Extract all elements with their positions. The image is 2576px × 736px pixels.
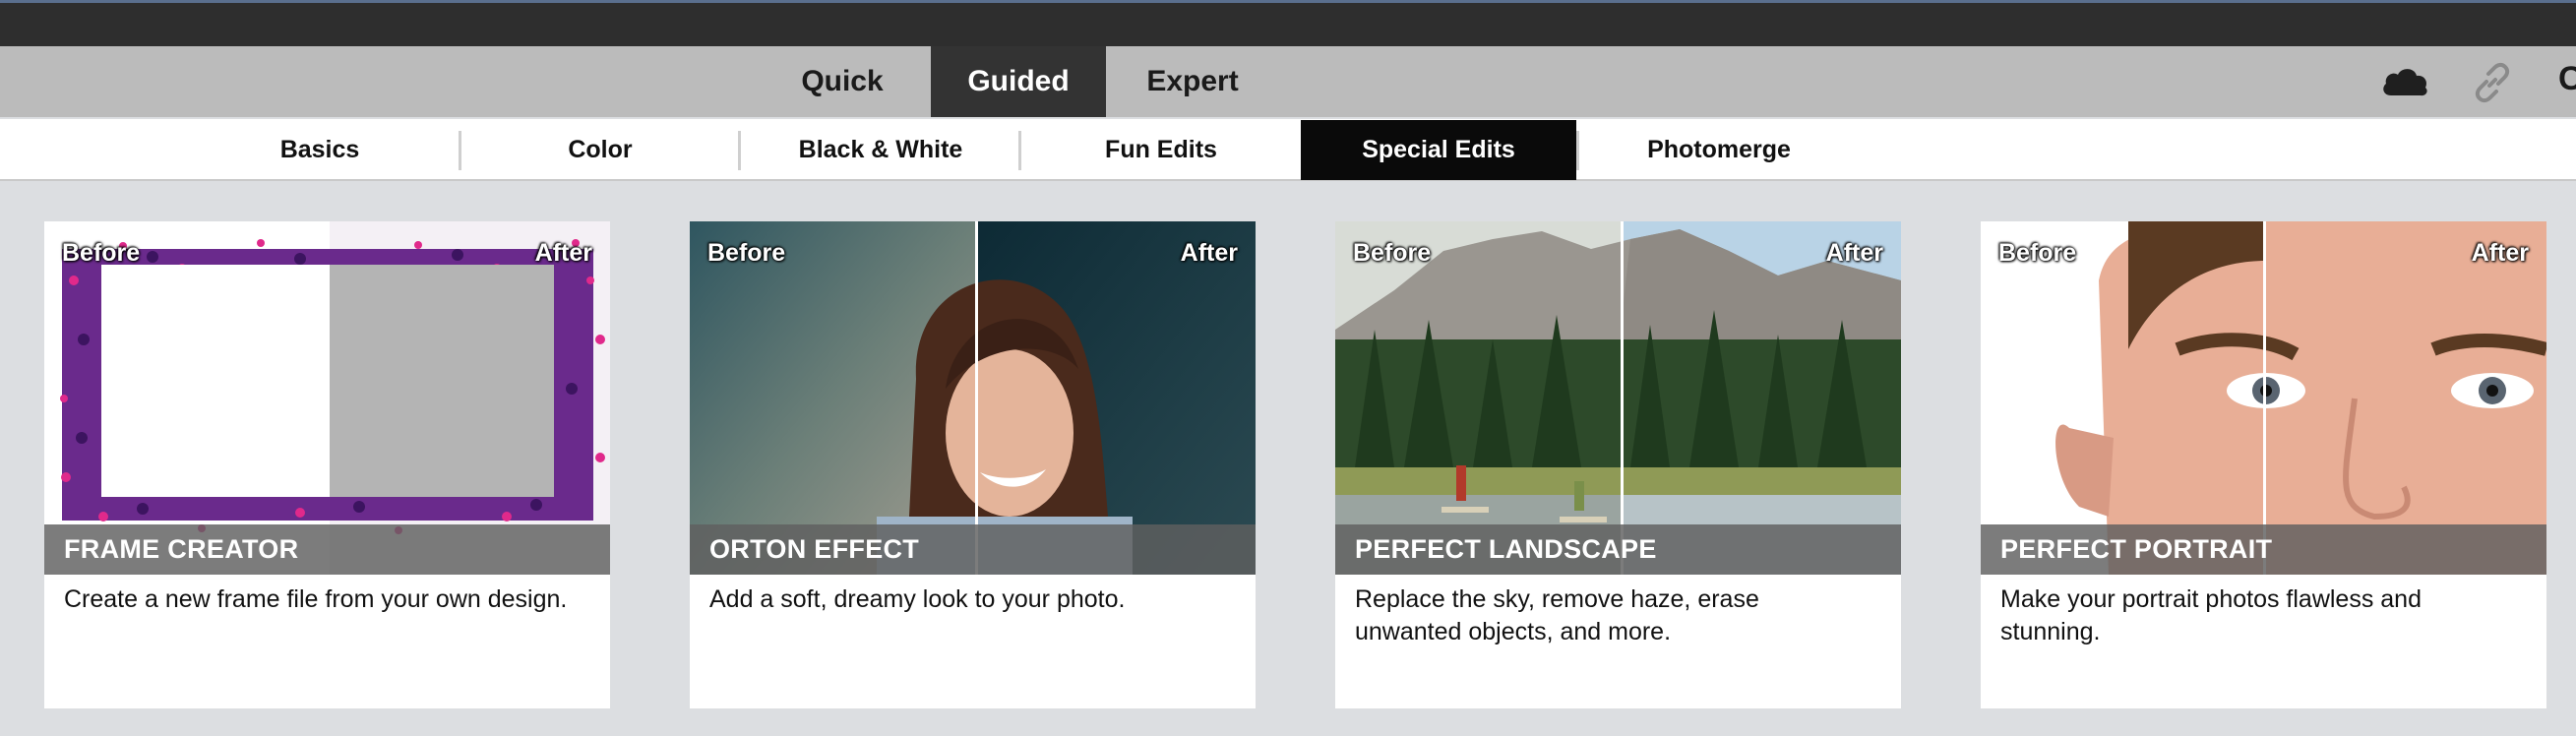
tab-color[interactable]: Color xyxy=(462,120,738,180)
guided-edit-card-orton-effect[interactable]: Before After ORTON EFFECT Add a soft, dr… xyxy=(690,221,1256,708)
after-label: After xyxy=(534,239,592,267)
card-title: FRAME CREATOR xyxy=(44,524,610,575)
tab-divider xyxy=(738,131,741,170)
card-thumbnail: Before After PERFECT LANDSCAPE xyxy=(1335,221,1901,575)
tab-quick[interactable]: Quick xyxy=(767,46,917,117)
card-description: Make your portrait photos flawless and s… xyxy=(2000,585,2422,645)
cloud-icon[interactable] xyxy=(2379,62,2430,101)
tab-special-edits[interactable]: Special Edits xyxy=(1301,120,1576,180)
before-label: Before xyxy=(1998,239,2077,267)
portrait-preview-image xyxy=(690,221,1256,575)
landscape-preview-image xyxy=(1335,221,1901,575)
card-title: PERFECT LANDSCAPE xyxy=(1335,524,1901,575)
guided-edit-card-perfect-landscape[interactable]: Before After PERFECT LANDSCAPE Replace t… xyxy=(1335,221,1901,708)
guided-edit-card-frame-creator[interactable]: Before After FRAME CREATOR Create a new … xyxy=(44,221,610,708)
tab-photomerge[interactable]: Photomerge xyxy=(1581,120,1857,180)
window-title-bar xyxy=(0,0,2576,46)
before-label: Before xyxy=(707,239,786,267)
card-title: PERFECT PORTRAIT xyxy=(1981,524,2546,575)
tab-black-white[interactable]: Black & White xyxy=(743,120,1018,180)
face-preview-image xyxy=(1981,221,2546,575)
tab-basics[interactable]: Basics xyxy=(182,120,458,180)
tab-divider xyxy=(459,131,461,170)
before-label: Before xyxy=(62,239,141,267)
tab-divider xyxy=(1018,131,1021,170)
mode-bar: Quick Guided Expert C xyxy=(0,46,2576,117)
card-thumbnail: Before After FRAME CREATOR xyxy=(44,221,610,575)
after-label: After xyxy=(1180,239,1238,267)
card-thumbnail: Before After ORTON EFFECT xyxy=(690,221,1256,575)
card-description: Create a new frame file from your own de… xyxy=(64,585,568,613)
card-description: Replace the sky, remove haze, erase unwa… xyxy=(1355,585,1759,645)
tab-divider xyxy=(1576,131,1579,170)
tab-expert[interactable]: Expert xyxy=(1106,46,1279,117)
overflow-glyph: C xyxy=(2558,60,2576,97)
tab-guided[interactable]: Guided xyxy=(931,46,1106,117)
after-label: After xyxy=(1825,239,1883,267)
after-label: After xyxy=(2471,239,2529,267)
tab-fun-edits[interactable]: Fun Edits xyxy=(1023,120,1299,180)
guided-edit-card-perfect-portrait[interactable]: Before After PERFECT PORTRAIT Make your … xyxy=(1981,221,2546,708)
before-label: Before xyxy=(1353,239,1432,267)
card-thumbnail: Before After PERFECT PORTRAIT xyxy=(1981,221,2546,575)
frame-preview-image xyxy=(44,221,610,575)
link-icon[interactable] xyxy=(2470,60,2515,105)
category-bar: Basics Color Black & White Fun Edits Spe… xyxy=(0,119,2576,181)
card-title: ORTON EFFECT xyxy=(690,524,1256,575)
card-description: Add a soft, dreamy look to your photo. xyxy=(709,585,1126,613)
